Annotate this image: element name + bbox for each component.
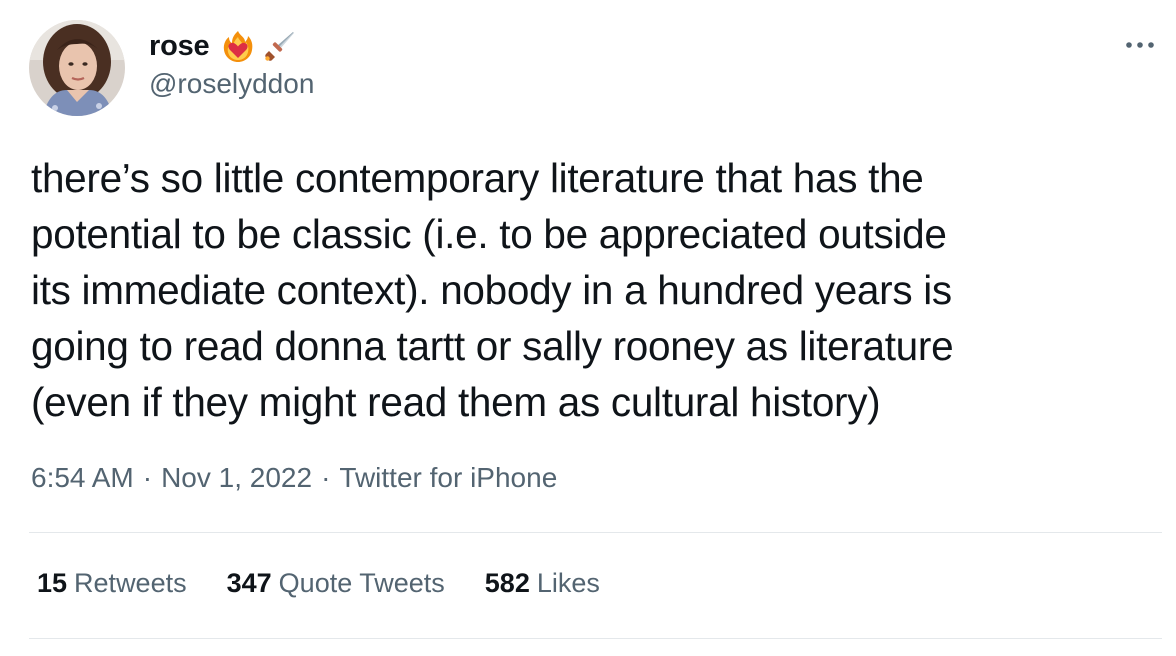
divider (29, 638, 1162, 639)
quote-tweets-count: 347 (226, 568, 272, 598)
display-name[interactable]: rose (149, 30, 210, 63)
tweet-stats: 15 Retweets 347 Quote Tweets 582 Likes (37, 568, 640, 599)
retweets-label: Retweets (74, 568, 187, 598)
tweet-metadata: 6:54 AM · Nov 1, 2022 · Twitter for iPhone (31, 462, 557, 494)
meta-separator: · (142, 462, 153, 493)
tweet-date-link[interactable]: Nov 1, 2022 (161, 462, 312, 493)
tweet-source-link[interactable]: Twitter for iPhone (339, 462, 557, 493)
tweet-time-link[interactable]: 6:54 AM (31, 462, 134, 493)
likes-count: 582 (484, 568, 530, 598)
author-handle[interactable]: @roselyddon (149, 68, 314, 100)
avatar[interactable] (29, 20, 125, 116)
retweets-stat[interactable]: 15 Retweets (37, 568, 187, 599)
meta-separator: · (321, 462, 331, 493)
quote-tweets-stat[interactable]: 347 Quote Tweets (227, 568, 445, 599)
dagger-icon (263, 29, 297, 63)
quote-tweets-label: Quote Tweets (278, 568, 445, 598)
likes-label: Likes (536, 568, 600, 598)
author-name-row: rose (149, 26, 297, 66)
tweet-card: rose @roselyddon there’s so little conte… (0, 0, 1176, 656)
more-dots-icon (1126, 42, 1154, 48)
tweet-text: there’s so little contemporary literatur… (31, 155, 954, 425)
heart-on-fire-icon (221, 29, 255, 63)
retweets-count: 15 (37, 568, 68, 598)
likes-stat[interactable]: 582 Likes (485, 568, 600, 599)
avatar-image (29, 20, 125, 116)
more-options-button[interactable] (1120, 30, 1160, 60)
divider (29, 532, 1162, 533)
